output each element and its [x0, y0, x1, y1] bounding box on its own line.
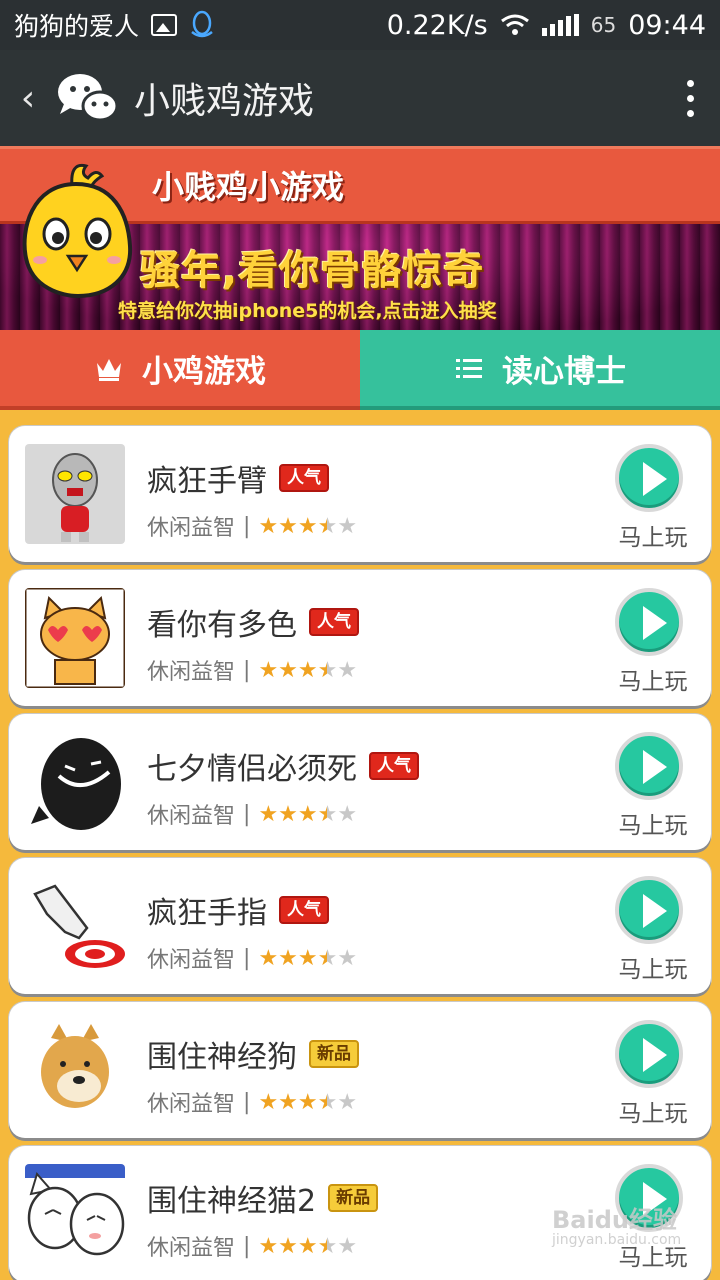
game-title-row: 七夕情侣必须死 人气: [147, 744, 419, 788]
play-button[interactable]: [615, 588, 683, 656]
tab-label: 读心博士: [502, 353, 626, 390]
list-icon: [456, 359, 482, 378]
separator: |: [243, 657, 251, 683]
separator: |: [243, 513, 251, 539]
game-title-row: 看你有多色 人气: [147, 600, 359, 644]
black-creature-thumbnail: [25, 732, 125, 832]
hot-badge: 人气: [279, 896, 329, 924]
game-title: 看你有多色: [147, 608, 297, 643]
game-title-row: 围住神经狗 新品: [147, 1032, 359, 1076]
status-bar: 狗狗的爱人 0.22K/s 65 09:44: [0, 0, 720, 50]
new-badge: 新品: [328, 1184, 379, 1212]
separator: |: [243, 1233, 251, 1259]
new-badge: 新品: [309, 1040, 359, 1068]
star-rating: ★ ★ ★ ★ ★: [258, 801, 357, 827]
game-title: 疯狂手指: [147, 896, 267, 931]
tab-label: 小鸡游戏: [142, 353, 266, 390]
play-label[interactable]: 马上玩: [615, 518, 691, 552]
heart-eyes-cat-thumbnail: [25, 588, 125, 688]
separator: |: [243, 1089, 251, 1115]
game-category: 休闲益智: [147, 804, 236, 829]
game-meta: 休闲益智 | ★ ★ ★ ★ ★: [147, 1086, 357, 1118]
banner-slogan: 骚年,看你骨骼惊奇: [140, 248, 485, 294]
game-card[interactable]: 疯狂手指 人气 休闲益智 | ★ ★ ★ ★ ★ 马上玩: [9, 858, 711, 994]
chick-mascot-icon: [22, 163, 133, 299]
separator: |: [243, 801, 251, 827]
star-rating: ★ ★ ★ ★ ★: [258, 657, 357, 683]
image-notification-icon: [151, 14, 178, 36]
game-title: 围住神经狗: [147, 1040, 297, 1075]
clock: 09:44: [628, 9, 706, 41]
wechat-icon: [58, 74, 118, 122]
wifi-icon: [500, 14, 529, 35]
signal-icon: [541, 14, 579, 36]
promo-banner[interactable]: 小贱鸡小游戏 骚年,看你骨骼惊奇 特意给你次抽iphone5的机会,点击进入抽奖: [0, 146, 720, 330]
network-speed: 0.22K/s: [386, 9, 488, 41]
ultraman-thumbnail: [25, 444, 125, 544]
tab-mind-reader[interactable]: 读心博士: [360, 330, 720, 410]
play-button[interactable]: [615, 444, 683, 512]
game-card[interactable]: 围住神经狗 新品 休闲益智 | ★ ★ ★ ★ ★ 马上玩: [9, 1002, 711, 1138]
play-label[interactable]: 马上玩: [615, 1094, 691, 1128]
baidu-watermark-url: jingyan.baidu.com: [552, 1232, 682, 1248]
hot-badge: 人气: [309, 608, 359, 636]
game-card[interactable]: 七夕情侣必须死 人气 休闲益智 | ★ ★ ★ ★ ★ 马上玩: [9, 714, 711, 850]
game-meta: 休闲益智 | ★ ★ ★ ★ ★: [147, 942, 357, 974]
play-label[interactable]: 马上玩: [615, 806, 691, 840]
game-meta: 休闲益智 | ★ ★ ★ ★ ★: [147, 798, 357, 830]
tab-chick-games[interactable]: 小鸡游戏: [0, 330, 360, 410]
game-meta: 休闲益智 | ★ ★ ★ ★ ★: [147, 510, 357, 542]
game-card[interactable]: 疯狂手臂 人气 休闲益智 | ★ ★ ★ ★ ★ 马上玩: [9, 426, 711, 562]
banner-subtext: 特意给你次抽iphone5的机会,点击进入抽奖: [118, 300, 497, 322]
game-title: 疯狂手臂: [147, 464, 267, 499]
game-title-row: 疯狂手臂 人气: [147, 456, 329, 500]
back-button[interactable]: ‹: [0, 78, 56, 119]
game-card[interactable]: 看你有多色 人气 休闲益智 | ★ ★ ★ ★ ★ 马上玩: [9, 570, 711, 706]
baidu-watermark: Baidu经验: [552, 1206, 677, 1234]
play-button[interactable]: [615, 1020, 683, 1088]
play-button[interactable]: [615, 732, 683, 800]
game-title: 七夕情侣必须死: [147, 752, 357, 787]
hot-badge: 人气: [279, 464, 329, 492]
hot-badge: 人气: [369, 752, 419, 780]
status-carrier-text: 狗狗的爱人: [14, 12, 140, 41]
play-button[interactable]: [615, 876, 683, 944]
white-cats-thumbnail: [25, 1164, 125, 1264]
game-category: 休闲益智: [147, 516, 236, 541]
page-title: 小贱鸡游戏: [134, 81, 315, 122]
game-category: 休闲益智: [147, 1092, 236, 1117]
star-rating: ★ ★ ★ ★ ★: [258, 945, 357, 971]
tab-bar: 小鸡游戏 读心博士: [0, 330, 720, 410]
crown-icon: [97, 359, 121, 381]
star-rating: ★ ★ ★ ★ ★: [258, 513, 357, 539]
game-title-row: 疯狂手指 人气: [147, 888, 329, 932]
game-title-row: 围住神经猫2 新品: [147, 1176, 379, 1220]
star-rating: ★ ★ ★ ★ ★: [258, 1089, 357, 1115]
battery-level: 65: [590, 13, 617, 37]
separator: |: [243, 945, 251, 971]
finger-target-thumbnail: [25, 876, 125, 976]
star-rating: ★ ★ ★ ★ ★: [258, 1233, 357, 1259]
game-category: 休闲益智: [147, 948, 236, 973]
play-label[interactable]: 马上玩: [615, 662, 691, 696]
game-meta: 休闲益智 | ★ ★ ★ ★ ★: [147, 654, 357, 686]
banner-heading: 小贱鸡小游戏: [152, 168, 345, 206]
game-meta: 休闲益智 | ★ ★ ★ ★ ★: [147, 1230, 357, 1262]
more-menu-icon[interactable]: [660, 79, 720, 117]
title-bar: ‹ 小贱鸡游戏: [0, 50, 720, 146]
game-category: 休闲益智: [147, 1236, 236, 1261]
game-category: 休闲益智: [147, 660, 236, 685]
qq-penguin-icon: [191, 10, 213, 38]
doge-thumbnail: [25, 1020, 125, 1120]
game-title: 围住神经猫2: [147, 1184, 317, 1219]
play-label[interactable]: 马上玩: [615, 950, 691, 984]
